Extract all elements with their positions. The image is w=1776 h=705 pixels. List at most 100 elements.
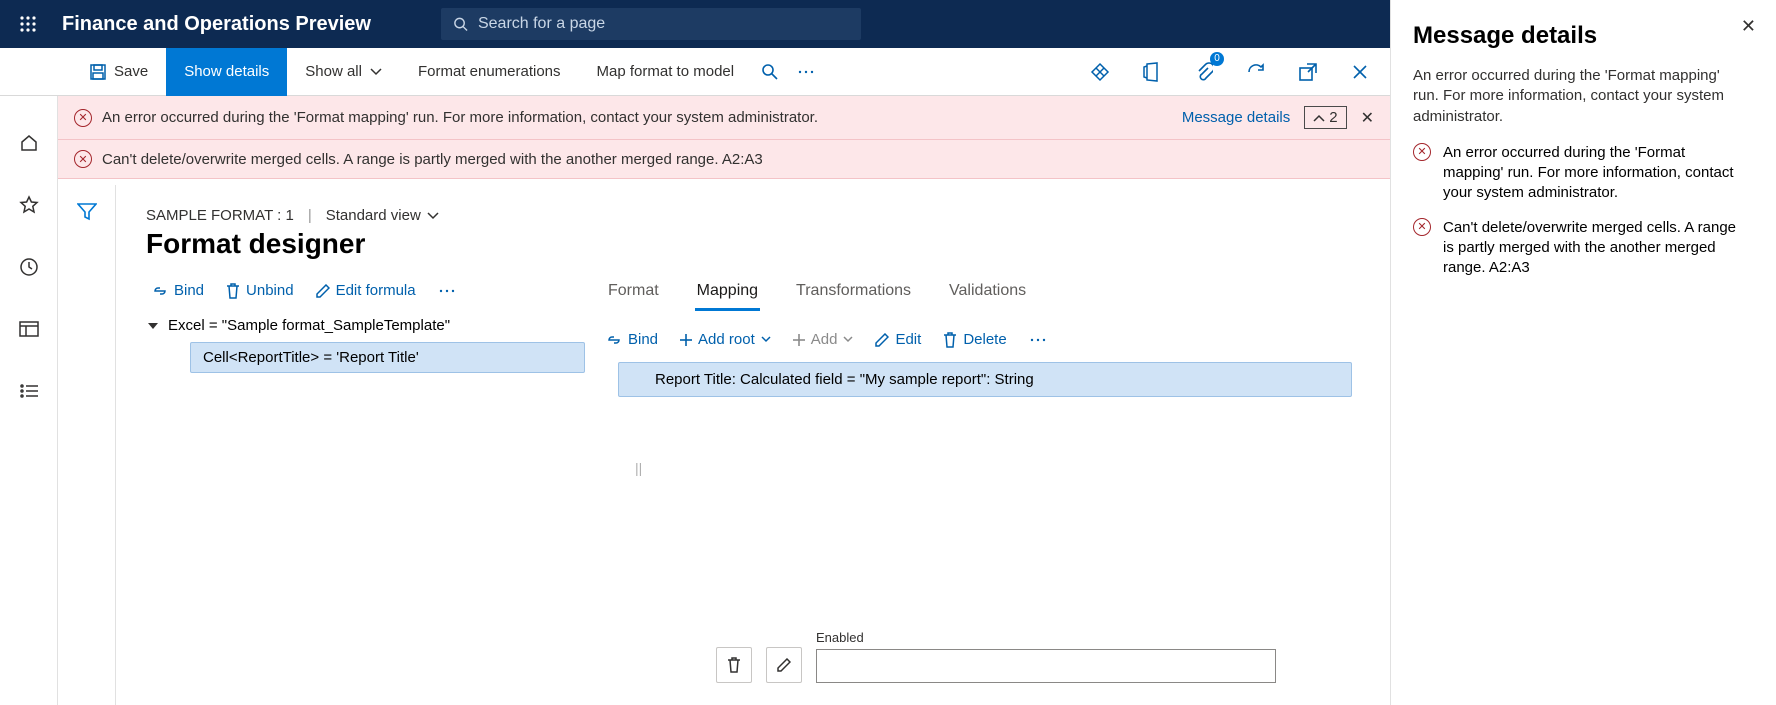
save-label: Save [114,63,148,80]
view-selector[interactable]: Standard view [326,207,439,224]
action-more-icon[interactable] [788,54,824,90]
mapping-delete-label: Delete [963,331,1006,348]
message-text: An error occurred during the 'Format map… [102,109,818,126]
close-page-icon[interactable] [1342,54,1378,90]
tree-more-icon[interactable] [438,288,456,294]
message-area: ✕ An error occurred during the 'Format m… [58,96,1390,179]
bottom-controls: Enabled [716,630,1390,683]
mapping-bind-label: Bind [628,331,658,348]
mapping-toolbar: Bind Add root Add Edit [606,331,1362,348]
panel-close-icon[interactable]: ✕ [1741,16,1756,37]
attachments-icon[interactable]: 0 [1186,54,1222,90]
panel-summary: An error occurred during the 'Format map… [1413,66,1746,127]
app-launcher-icon[interactable] [12,8,44,40]
edit-formula-button[interactable]: Edit formula [316,282,416,299]
show-details-button[interactable]: Show details [166,48,287,96]
tabs: Format Mapping Transformations Validatio… [606,282,1362,311]
breadcrumb-separator: | [308,207,312,224]
panel-error-2: ✕ Can't delete/overwrite merged cells. A… [1413,218,1746,279]
panel-error-text: An error occurred during the 'Format map… [1443,143,1746,204]
error-icon: ✕ [1413,143,1431,161]
edit-property-button[interactable] [766,647,802,683]
save-icon [90,64,106,80]
delete-property-button[interactable] [716,647,752,683]
map-format-to-model-button[interactable]: Map format to model [579,48,753,96]
action-search-icon[interactable] [752,54,788,90]
bind-label: Bind [174,282,204,299]
mapping-delete-button[interactable]: Delete [943,331,1006,348]
favorites-icon[interactable] [10,186,48,224]
tab-mapping[interactable]: Mapping [695,282,760,311]
refresh-icon[interactable] [1238,54,1274,90]
action-bar: Save Show details Show all Format enumer… [0,48,1390,96]
enabled-section: Enabled [816,630,1276,683]
plus-icon [680,334,692,346]
tab-transformations[interactable]: Transformations [794,282,913,311]
panel-title: Message details [1413,22,1746,50]
chevron-down-icon [843,336,853,343]
mapping-column: Format Mapping Transformations Validatio… [606,282,1390,397]
home-icon[interactable] [10,124,48,162]
mapping-bind-button[interactable]: Bind [606,331,658,348]
edit-formula-label: Edit formula [336,282,416,299]
two-column-layout: Bind Unbind Edit formula Excel = "Sample… [146,282,1390,397]
search-box[interactable] [441,8,861,40]
panel-error-text: Can't delete/overwrite merged cells. A r… [1443,218,1746,279]
mapping-edit-button[interactable]: Edit [875,331,921,348]
trash-icon [943,332,957,348]
breadcrumb-item: SAMPLE FORMAT : 1 [146,207,294,224]
tree-cell-node[interactable]: Cell<ReportTitle> = 'Report Title' [190,342,585,373]
recent-icon[interactable] [10,248,48,286]
tab-format[interactable]: Format [606,282,661,311]
save-button[interactable]: Save [72,48,166,96]
show-all-label: Show all [305,63,362,80]
app-title: Finance and Operations Preview [62,13,371,36]
panel-error-1: ✕ An error occurred during the 'Format m… [1413,143,1746,204]
message-count-toggle[interactable]: 2 [1304,106,1346,129]
error-icon: ✕ [1413,218,1431,236]
chevron-down-icon [427,212,439,220]
mapping-more-icon[interactable] [1029,337,1047,343]
modules-icon[interactable] [10,372,48,410]
diamond-icon[interactable] [1082,54,1118,90]
workspaces-icon[interactable] [10,310,48,348]
message-bar-1: ✕ An error occurred during the 'Format m… [58,96,1390,140]
collapse-icon[interactable] [148,321,158,331]
format-tree-column: Bind Unbind Edit formula Excel = "Sample… [146,282,576,373]
search-icon [453,16,468,32]
trash-icon [226,283,240,299]
message-close-icon[interactable]: ✕ [1361,108,1374,128]
main-pane: SAMPLE FORMAT : 1 | Standard view Format… [116,185,1390,705]
enabled-input[interactable] [816,649,1276,683]
add-label: Add [811,331,838,348]
attachments-count: 0 [1210,52,1224,66]
tree-root-node[interactable]: Excel = "Sample format_SampleTemplate" [146,313,576,338]
chevron-up-icon [1313,114,1325,122]
add-root-button[interactable]: Add root [680,331,771,348]
message-details-link[interactable]: Message details [1182,109,1290,126]
bind-button[interactable]: Bind [152,282,204,299]
format-enumerations-button[interactable]: Format enumerations [400,48,579,96]
show-all-button[interactable]: Show all [287,48,400,96]
message-text: Can't delete/overwrite merged cells. A r… [102,151,763,168]
search-input[interactable] [478,15,849,33]
mapping-item[interactable]: Report Title: Calculated field = "My sam… [618,362,1352,397]
tree-toolbar: Bind Unbind Edit formula [146,282,576,299]
pencil-icon [316,284,330,298]
link-icon [152,285,168,297]
add-root-label: Add root [698,331,755,348]
office-icon[interactable] [1134,54,1170,90]
message-details-panel: ✕ Message details An error occurred duri… [1390,0,1776,705]
filter-icon[interactable] [77,203,97,705]
mapping-edit-label: Edit [895,331,921,348]
popout-icon[interactable] [1290,54,1326,90]
tab-validations[interactable]: Validations [947,282,1028,311]
plus-icon [793,334,805,346]
content: SAMPLE FORMAT : 1 | Standard view Format… [58,185,1390,705]
error-icon: ✕ [74,150,92,168]
unbind-label: Unbind [246,282,294,299]
breadcrumb: SAMPLE FORMAT : 1 | Standard view [146,207,1390,224]
horizontal-splitter-icon[interactable]: || [635,460,642,476]
message-bar-2: ✕ Can't delete/overwrite merged cells. A… [58,140,1390,179]
unbind-button[interactable]: Unbind [226,282,294,299]
